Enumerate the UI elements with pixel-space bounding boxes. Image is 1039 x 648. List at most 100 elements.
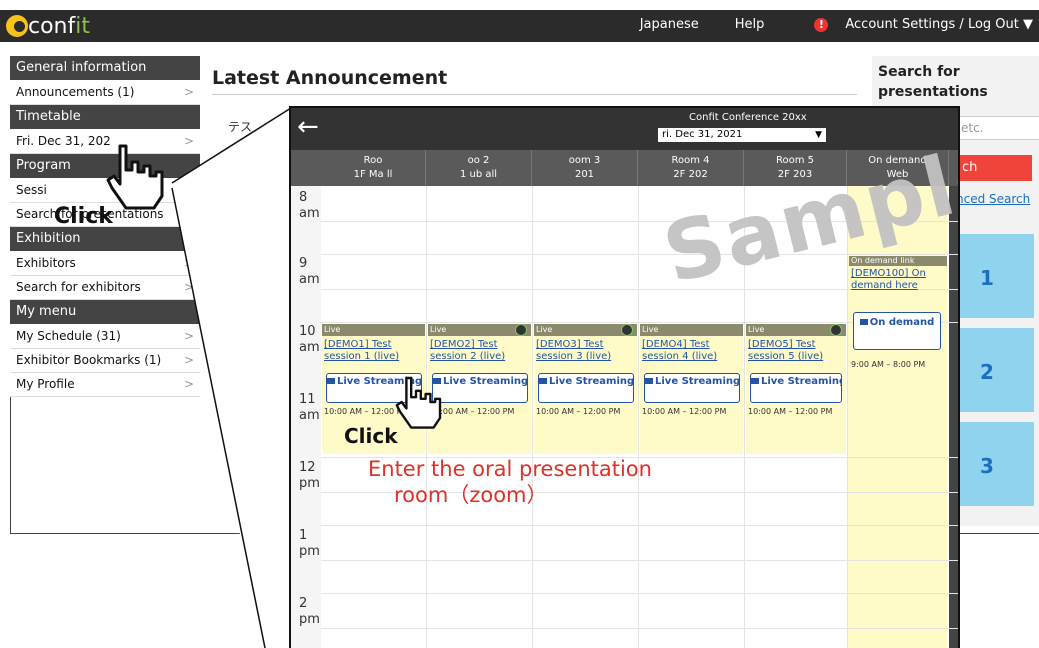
chevron-right-icon: > — [183, 329, 194, 343]
sidebar-item-label: Exhibitors — [16, 256, 76, 270]
room-tile-3[interactable]: 3 — [958, 422, 1034, 506]
video-camera-icon — [539, 378, 547, 384]
instruction-line-2: room（zoom） — [394, 483, 548, 507]
sidebar-item-label: My Profile — [16, 377, 75, 391]
room-location: 1F Ma ll — [353, 169, 393, 180]
chevron-down-icon: ▼ — [815, 130, 822, 140]
room-location: 2F 202 — [673, 169, 708, 180]
live-tag-label: Live — [536, 325, 553, 334]
live-tag: Live — [322, 324, 425, 336]
language-link[interactable]: Japanese — [640, 17, 699, 32]
sidebar-head-general: General information — [10, 56, 200, 81]
time-period: pm — [299, 612, 320, 627]
sidebar-item-exhibitor-bookmarks[interactable]: Exhibitor Bookmarks (1) > — [10, 349, 200, 373]
confit-logo[interactable]: conf it — [6, 12, 90, 40]
session-card-5: Live [DEMO5] Test session 5 (live) Live … — [746, 324, 846, 454]
sidebar-item-search-exhibitors[interactable]: Search for exhibitors > — [10, 276, 200, 300]
live-streaming-button[interactable]: Live Streaming (Zoom — [750, 373, 842, 403]
sidebar-item-announcements[interactable]: Announcements (1) > — [10, 81, 200, 105]
back-arrow-icon[interactable]: ← — [297, 112, 319, 142]
room-tile-number: 2 — [980, 360, 994, 384]
room-tile-2[interactable]: 2 — [958, 328, 1034, 412]
session-time: 10:00 AM – 12:00 PM — [748, 407, 833, 416]
room-name: oo 2 — [467, 155, 490, 166]
live-tag: Live — [746, 324, 846, 336]
session-title-link[interactable]: [DEMO1] Test session 1 (live) — [322, 336, 425, 363]
time-period: am — [299, 408, 320, 423]
column-divider — [532, 186, 533, 648]
ondemand-tag: On demand link — [849, 256, 947, 266]
pointing-hand-icon — [106, 144, 164, 210]
time-label-9am: 9 am — [299, 256, 320, 288]
title-divider — [212, 94, 857, 95]
sidebar-item-label: Search for exhibitors — [16, 280, 141, 294]
time-label-12pm: 12 pm — [299, 460, 320, 492]
sidebar-item-exhibitors[interactable]: Exhibitors > — [10, 252, 200, 276]
live-tag-label: Live — [324, 325, 341, 334]
time-column-corner — [291, 150, 321, 186]
sidebar-item-label: My Schedule (31) — [16, 329, 121, 343]
search-button[interactable]: ch — [958, 155, 1032, 181]
chevron-right-icon: > — [183, 256, 194, 270]
time-hour: 11 — [299, 392, 316, 407]
room-location: 201 — [574, 169, 595, 180]
alert-icon: ! — [814, 18, 829, 32]
time-hour: 8 — [299, 190, 308, 205]
session-title-link[interactable]: [DEMO4] Test session 4 (live) — [640, 336, 743, 363]
time-period: am — [299, 206, 320, 221]
room-location: 1 ub all — [459, 169, 498, 180]
vertical-scrollbar[interactable] — [949, 186, 958, 648]
session-card-4: Live [DEMO4] Test session 4 (live) Live … — [640, 324, 743, 454]
session-title-link[interactable]: [DEMO2] Test session 2 (live) — [428, 336, 531, 363]
sidebar-item-my-schedule[interactable]: My Schedule (31) > — [10, 325, 200, 349]
video-camera-icon — [859, 319, 868, 325]
room-header-3: oom 3 201 — [532, 150, 638, 186]
time-hour: 12 — [299, 460, 316, 475]
session-time: 10:00 AM – 12:00 PM — [642, 407, 727, 416]
time-period: am — [299, 272, 320, 287]
sidebar-item-my-profile[interactable]: My Profile > — [10, 373, 200, 397]
logo-text-prefix: conf — [28, 13, 76, 39]
advanced-search-link[interactable]: nced Search — [956, 192, 1030, 206]
conference-name: Confit Conference 20xx — [689, 112, 807, 123]
time-period: pm — [299, 476, 320, 491]
live-streaming-label: Live Streaming (Zoom — [761, 376, 842, 387]
hour-line — [321, 593, 958, 594]
live-tag-label: Live — [748, 325, 765, 334]
search-input[interactable]: etc. — [958, 116, 1039, 140]
live-streaming-label: Live Streaming (Zoom — [549, 376, 634, 387]
live-tag-label: Live — [642, 325, 659, 334]
ondemand-title-link[interactable]: [DEMO100] On demand here — [851, 268, 946, 292]
logo-text-accent: it — [75, 13, 90, 39]
ondemand-time: 9:00 AM – 8:00 PM — [851, 360, 926, 369]
date-select[interactable]: ri. Dec 31, 2021 ▼ — [658, 128, 826, 142]
session-title-link[interactable]: [DEMO3] Test session 3 (live) — [534, 336, 637, 363]
room-header-4: Room 4 2F 202 — [638, 150, 744, 186]
time-label-11am: 11 am — [299, 392, 320, 424]
sidebar-item-label: Fri. Dec 31, 202 — [16, 134, 111, 148]
sidebar-head-mymenu: My menu — [10, 300, 200, 325]
sidebar-head-timetable: Timetable — [10, 105, 200, 130]
clock-icon — [515, 324, 527, 336]
session-card-3: Live [DEMO3] Test session 3 (live) Live … — [534, 324, 637, 454]
live-streaming-button[interactable]: Live Streaming (Zoom — [538, 373, 634, 403]
live-streaming-button[interactable]: Live Streaming (Zoom — [644, 373, 740, 403]
confit-logo-icon — [6, 15, 28, 37]
timetable-header: ← Confit Conference 20xx ri. Dec 31, 202… — [291, 108, 958, 150]
top-navbar: conf it Japanese Help ! Account Settings /… — [0, 0, 1039, 42]
announcement-snippet[interactable]: テス — [228, 118, 252, 135]
date-select-value: ri. Dec 31, 2021 — [662, 129, 743, 140]
session-title-link[interactable]: [DEMO5] Test session 5 (live) — [746, 336, 846, 363]
room-tile-1[interactable]: 1 — [958, 234, 1034, 318]
chevron-right-icon: > — [183, 377, 194, 391]
click-annotation-stream: Click — [344, 424, 398, 448]
help-link[interactable]: Help — [735, 17, 765, 32]
room-header-1: Roo 1F Ma ll — [321, 150, 426, 186]
chevron-right-icon: > — [183, 85, 194, 99]
time-label-8am: 8 am — [299, 190, 320, 222]
video-camera-icon — [645, 378, 653, 384]
account-menu[interactable]: ! Account Settings / Log Out ▼ — [800, 17, 1033, 32]
ondemand-button[interactable]: On demand — [853, 312, 941, 350]
half-hour-line — [321, 628, 958, 629]
room-name: Roo — [363, 155, 383, 166]
